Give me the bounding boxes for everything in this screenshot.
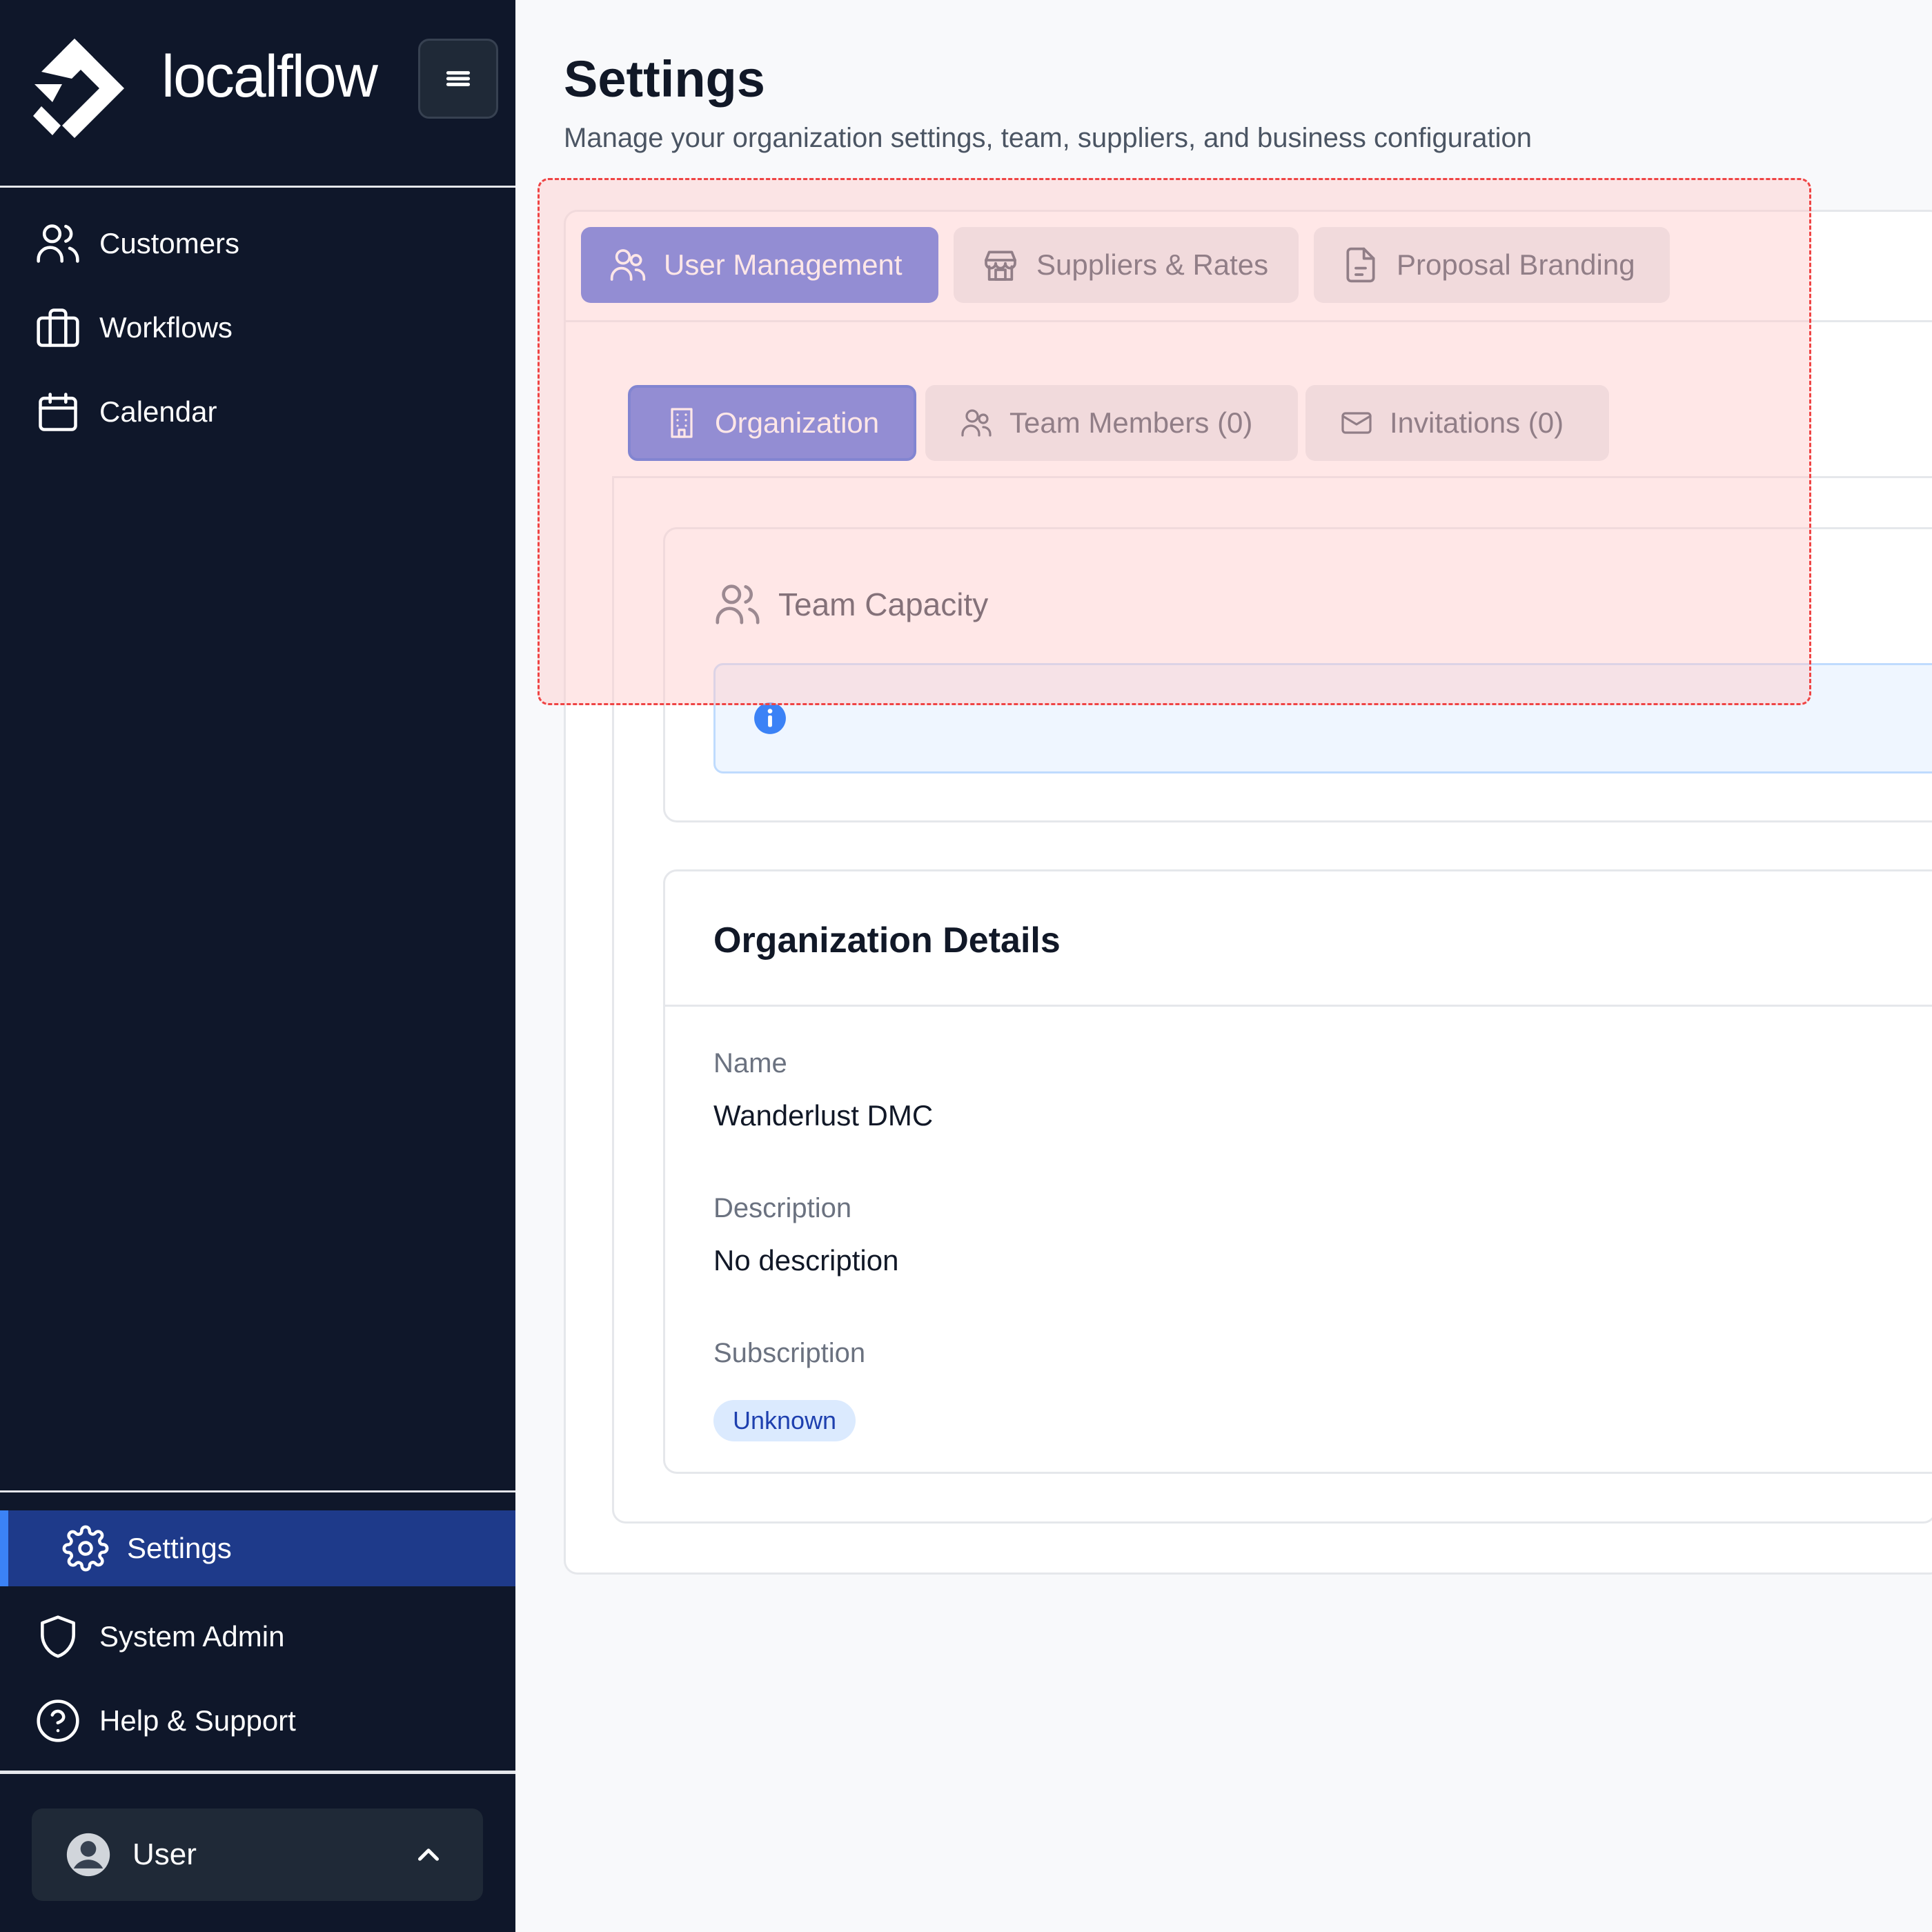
user-menu-button[interactable]: User xyxy=(32,1808,483,1901)
tab-organization[interactable]: Organization xyxy=(628,385,916,461)
nav-label: Calendar xyxy=(99,395,217,428)
nav-label: Help & Support xyxy=(99,1704,296,1737)
store-icon xyxy=(985,250,1016,281)
subscription-label: Subscription xyxy=(713,1338,866,1368)
tab-proposal-branding[interactable]: Proposal Branding xyxy=(1314,227,1670,303)
team-capacity-heading: Team Capacity xyxy=(713,580,988,629)
main-nav: Customers Workflows Calendar xyxy=(0,201,515,454)
building-icon xyxy=(671,408,693,438)
page-title: Settings xyxy=(564,50,765,108)
nav-label: Customers xyxy=(99,227,240,259)
briefcase-icon xyxy=(34,304,81,351)
help-circle-icon xyxy=(34,1697,81,1744)
description-label: Description xyxy=(713,1193,852,1223)
users-icon xyxy=(34,220,81,267)
bottom-nav: Settings System Admin Help & Support xyxy=(0,1490,515,1763)
tab-label: Suppliers & Rates xyxy=(1036,248,1269,281)
tab-invitations[interactable]: Invitations (0) xyxy=(1305,385,1609,461)
organization-details-header: Organization Details xyxy=(665,871,1932,1007)
gear-icon xyxy=(62,1525,109,1572)
capacity-info-box xyxy=(713,663,1932,773)
nav-label: Workflows xyxy=(99,311,233,344)
chevron-up-icon xyxy=(418,1849,439,1861)
user-area: User xyxy=(0,1771,515,1932)
calendar-icon xyxy=(34,388,81,435)
sub-tab-label: Invitations (0) xyxy=(1390,406,1564,439)
nav-item-customers[interactable]: Customers xyxy=(0,201,515,286)
sub-tab-label: Organization xyxy=(715,406,880,439)
menu-toggle-button[interactable] xyxy=(418,39,498,119)
brand-header: localflow xyxy=(0,0,515,188)
organization-details-title: Organization Details xyxy=(713,920,1061,960)
nav-label: System Admin xyxy=(99,1620,285,1653)
users-icon xyxy=(961,409,992,437)
team-capacity-card: Team Capacity xyxy=(663,527,1932,822)
shield-icon xyxy=(34,1613,81,1660)
user-label: User xyxy=(132,1837,197,1871)
users-icon xyxy=(716,584,760,624)
tab-suppliers-rates[interactable]: Suppliers & Rates xyxy=(954,227,1299,303)
nav-item-settings[interactable]: Settings xyxy=(0,1510,515,1586)
sidebar: localflow Customers Workflows Calendar S… xyxy=(0,0,515,1932)
tab-user-management[interactable]: User Management xyxy=(581,227,938,303)
hamburger-icon xyxy=(446,71,471,86)
nav-item-workflows[interactable]: Workflows xyxy=(0,286,515,370)
logo-icon xyxy=(33,39,124,138)
user-avatar-icon xyxy=(66,1833,110,1877)
tab-label: Proposal Branding xyxy=(1397,248,1635,281)
team-capacity-title: Team Capacity xyxy=(778,586,989,622)
tab-label: User Management xyxy=(664,248,903,281)
name-value: Wanderlust DMC xyxy=(713,1099,934,1132)
subscription-badge: Unknown xyxy=(713,1400,856,1441)
sub-tab-label: Team Members (0) xyxy=(1009,406,1253,439)
info-icon xyxy=(754,702,786,734)
document-icon xyxy=(1346,247,1375,283)
nav-label: Settings xyxy=(127,1532,232,1564)
name-label: Name xyxy=(713,1048,787,1078)
brand-name: localflow xyxy=(161,43,378,110)
mail-icon xyxy=(1341,412,1372,434)
main-content: Settings Manage your organization settin… xyxy=(515,0,1932,1932)
page-subtitle: Manage your organization settings, team,… xyxy=(564,123,1532,153)
organization-details-card: Organization Details Name Wanderlust DMC… xyxy=(663,869,1932,1474)
nav-item-system-admin[interactable]: System Admin xyxy=(0,1595,515,1679)
tab-team-members[interactable]: Team Members (0) xyxy=(925,385,1298,461)
description-value: No description xyxy=(713,1244,899,1276)
nav-item-calendar[interactable]: Calendar xyxy=(0,370,515,454)
users-icon xyxy=(610,249,646,281)
settings-tabs: User Management Suppliers & Rates Propos… xyxy=(566,212,1932,322)
nav-item-help[interactable]: Help & Support xyxy=(0,1679,515,1763)
